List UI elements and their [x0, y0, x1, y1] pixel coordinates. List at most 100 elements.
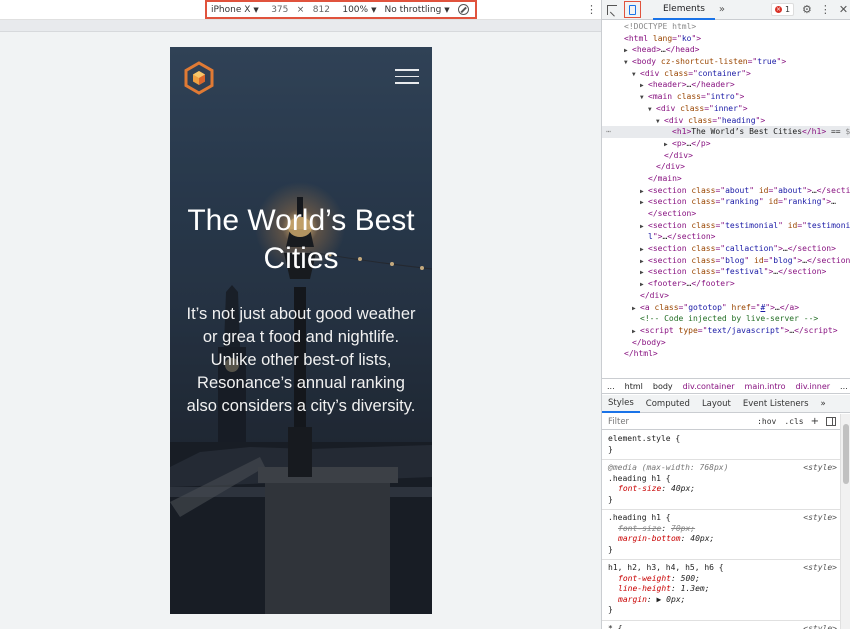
- dom-node[interactable]: ▶ <section class="testimonial" id="testim…: [602, 220, 850, 232]
- error-counter[interactable]: × 1: [770, 3, 795, 16]
- error-icon: ×: [774, 6, 782, 13]
- throttling-select[interactable]: No throttling ▼: [380, 2, 453, 17]
- filter-input[interactable]: Filter: [602, 417, 753, 427]
- dom-node[interactable]: ▶ <section class="callaction">…</section>: [602, 243, 850, 255]
- css-rule[interactable]: <style>* {font-family: Montserrat, sans-…: [602, 621, 840, 629]
- dom-node[interactable]: ▶ <section class="festival">…</section>: [602, 266, 850, 278]
- dom-node[interactable]: <html lang="ko">: [602, 33, 850, 45]
- hero-paragraph: It’s not just about good weather or grea…: [186, 305, 416, 415]
- gear-icon[interactable]: ⚙: [802, 3, 812, 16]
- new-rule-button[interactable]: +: [808, 416, 822, 427]
- zoom-select[interactable]: 100% ▼: [338, 2, 380, 17]
- dom-node[interactable]: </section>: [602, 208, 850, 220]
- hov-toggle[interactable]: :hov: [753, 417, 780, 426]
- dom-node[interactable]: <!-- Code injected by live-server -->: [602, 313, 850, 325]
- styles-scrollbar[interactable]: [840, 414, 850, 629]
- dom-node[interactable]: </html>: [602, 348, 850, 360]
- dom-node[interactable]: ▶ <a class="gototop" href="#">…</a>: [602, 302, 850, 314]
- dom-node-selected[interactable]: ⋯<h1>The World’s Best Cities</h1> == $0: [602, 126, 850, 138]
- cls-toggle[interactable]: .cls: [780, 417, 807, 426]
- breadcrumb-item[interactable]: ...: [602, 382, 620, 391]
- breadcrumb-item[interactable]: ...: [835, 382, 850, 391]
- tab-styles[interactable]: Styles: [602, 395, 640, 413]
- close-icon[interactable]: ✕: [839, 3, 848, 16]
- rule-source-link[interactable]: <style>: [803, 513, 837, 524]
- dom-node[interactable]: ▼ <body cz-shortcut-listen="true">: [602, 56, 850, 68]
- inspect-element-button[interactable]: [602, 0, 622, 20]
- dom-node[interactable]: ▶ <script type="text/javascript">…</scrip…: [602, 325, 850, 337]
- dom-node[interactable]: ▶ <p>…</p>: [602, 138, 850, 150]
- css-declaration[interactable]: font-size: 40px;: [608, 484, 834, 495]
- rule-source-link[interactable]: <style>: [803, 463, 837, 474]
- scrollbar-thumb[interactable]: [843, 424, 849, 484]
- dom-node[interactable]: </div>: [602, 161, 850, 173]
- dom-node[interactable]: <!DOCTYPE html>: [602, 21, 850, 33]
- tab-elements[interactable]: Elements: [653, 0, 715, 20]
- tab-computed[interactable]: Computed: [640, 395, 696, 413]
- hamburger-line: [395, 69, 419, 71]
- width-input[interactable]: 375: [263, 3, 297, 16]
- height-input[interactable]: 812: [304, 3, 338, 16]
- dom-node[interactable]: </div>: [602, 290, 850, 302]
- css-rule[interactable]: element.style {}: [602, 431, 840, 460]
- css-declaration[interactable]: margin: ▶ 0px;: [608, 595, 834, 606]
- breadcrumb-item[interactable]: body: [648, 382, 678, 391]
- dom-node[interactable]: ▼ <main class="intro">: [602, 91, 850, 103]
- dom-node[interactable]: ▼ <div class="inner">: [602, 103, 850, 115]
- breadcrumb-item[interactable]: main.intro: [740, 382, 791, 391]
- rotate-icon: [457, 4, 469, 15]
- dom-node[interactable]: ▶ <section class="blog" id="blog">…</sect…: [602, 255, 850, 267]
- dom-node[interactable]: ▼ <div class="heading">: [602, 115, 850, 127]
- tab-layout[interactable]: Layout: [696, 395, 737, 413]
- css-selector[interactable]: .heading h1 {: [608, 513, 834, 524]
- css-selector[interactable]: h1, h2, h3, h4, h5, h6 {: [608, 563, 834, 574]
- rule-close: }: [608, 444, 613, 454]
- dom-node[interactable]: </main>: [602, 173, 850, 185]
- css-selector[interactable]: .heading h1 {: [608, 474, 834, 485]
- hamburger-menu-icon[interactable]: [395, 69, 419, 85]
- device-toolbar: iPhone X ▼ 375 × 812 100% ▼ No throttling ▼…: [0, 0, 601, 20]
- more-tabs-icon[interactable]: »: [715, 4, 729, 15]
- node-actions-icon[interactable]: ⋯: [606, 126, 611, 138]
- css-declaration[interactable]: font-size: 70px;: [608, 524, 834, 535]
- tab-[interactable]: »: [815, 395, 832, 413]
- device-viewport-area: iPhone X ▼ 375 × 812 100% ▼ No throttling ▼…: [0, 0, 601, 629]
- css-selector[interactable]: element.style {: [608, 434, 834, 445]
- rotate-button[interactable]: [454, 2, 473, 17]
- dom-node[interactable]: ▶ <head>…</head>: [602, 44, 850, 56]
- devtools-panel: Elements » × 1 ⚙ ⋮ ✕ <!DOCTYPE html> <htm…: [601, 0, 850, 629]
- breadcrumb-item[interactable]: html: [620, 382, 648, 391]
- toggle-device-toolbar-button[interactable]: [624, 1, 641, 18]
- css-declaration[interactable]: font-weight: 500;: [608, 574, 834, 585]
- rule-close: }: [608, 605, 613, 614]
- emulated-page: The World’s Best Cities It’s not just ab…: [170, 47, 432, 614]
- device-name: iPhone X: [211, 4, 251, 15]
- device-select[interactable]: iPhone X ▼: [207, 2, 263, 17]
- breadcrumb-item[interactable]: div.inner: [791, 382, 836, 391]
- devtools-toolbar: Elements » × 1 ⚙ ⋮ ✕: [602, 0, 850, 20]
- tab-event-listeners[interactable]: Event Listeners: [737, 395, 815, 413]
- rule-source-link[interactable]: <style>: [803, 563, 837, 574]
- dom-node[interactable]: </div>: [602, 150, 850, 162]
- dom-tree: <!DOCTYPE html> <html lang="ko"> ▶ <head>…<…: [602, 20, 850, 376]
- css-selector[interactable]: * {: [608, 624, 834, 629]
- css-rule[interactable]: <style> .heading h1 {font-size: 70px; marg…: [602, 510, 840, 560]
- css-declaration[interactable]: margin-bottom: 40px;: [608, 534, 834, 545]
- dom-node[interactable]: ▶ <footer>…</footer>: [602, 278, 850, 290]
- dom-node[interactable]: ▶ <header>…</header>: [602, 79, 850, 91]
- dom-node[interactable]: l">…</section>: [602, 231, 850, 243]
- dom-node[interactable]: ▶ <section class="about" id="about">…</se…: [602, 185, 850, 197]
- more-options-icon[interactable]: ⋮: [586, 3, 597, 17]
- sidebar-toggle-icon[interactable]: [826, 417, 836, 426]
- css-rule[interactable]: <style> h1, h2, h3, h4, h5, h6 {font-weig…: [602, 560, 840, 621]
- dom-node[interactable]: </body>: [602, 337, 850, 349]
- more-options-icon[interactable]: ⋮: [820, 3, 831, 16]
- breadcrumb-item[interactable]: div.container: [678, 382, 740, 391]
- rule-source-link[interactable]: <style>: [803, 624, 837, 629]
- device-toolbar-highlight: iPhone X ▼ 375 × 812 100% ▼ No throttling ▼: [205, 0, 477, 19]
- dom-node[interactable]: ▼ <div class="container">: [602, 68, 850, 80]
- logo-icon[interactable]: [182, 61, 216, 95]
- dom-node[interactable]: ▶ <section class="ranking" id="ranking">…: [602, 196, 850, 208]
- css-declaration[interactable]: line-height: 1.3em;: [608, 584, 834, 595]
- css-rule[interactable]: <style> @media (max-width: 768px) .heading…: [602, 460, 840, 510]
